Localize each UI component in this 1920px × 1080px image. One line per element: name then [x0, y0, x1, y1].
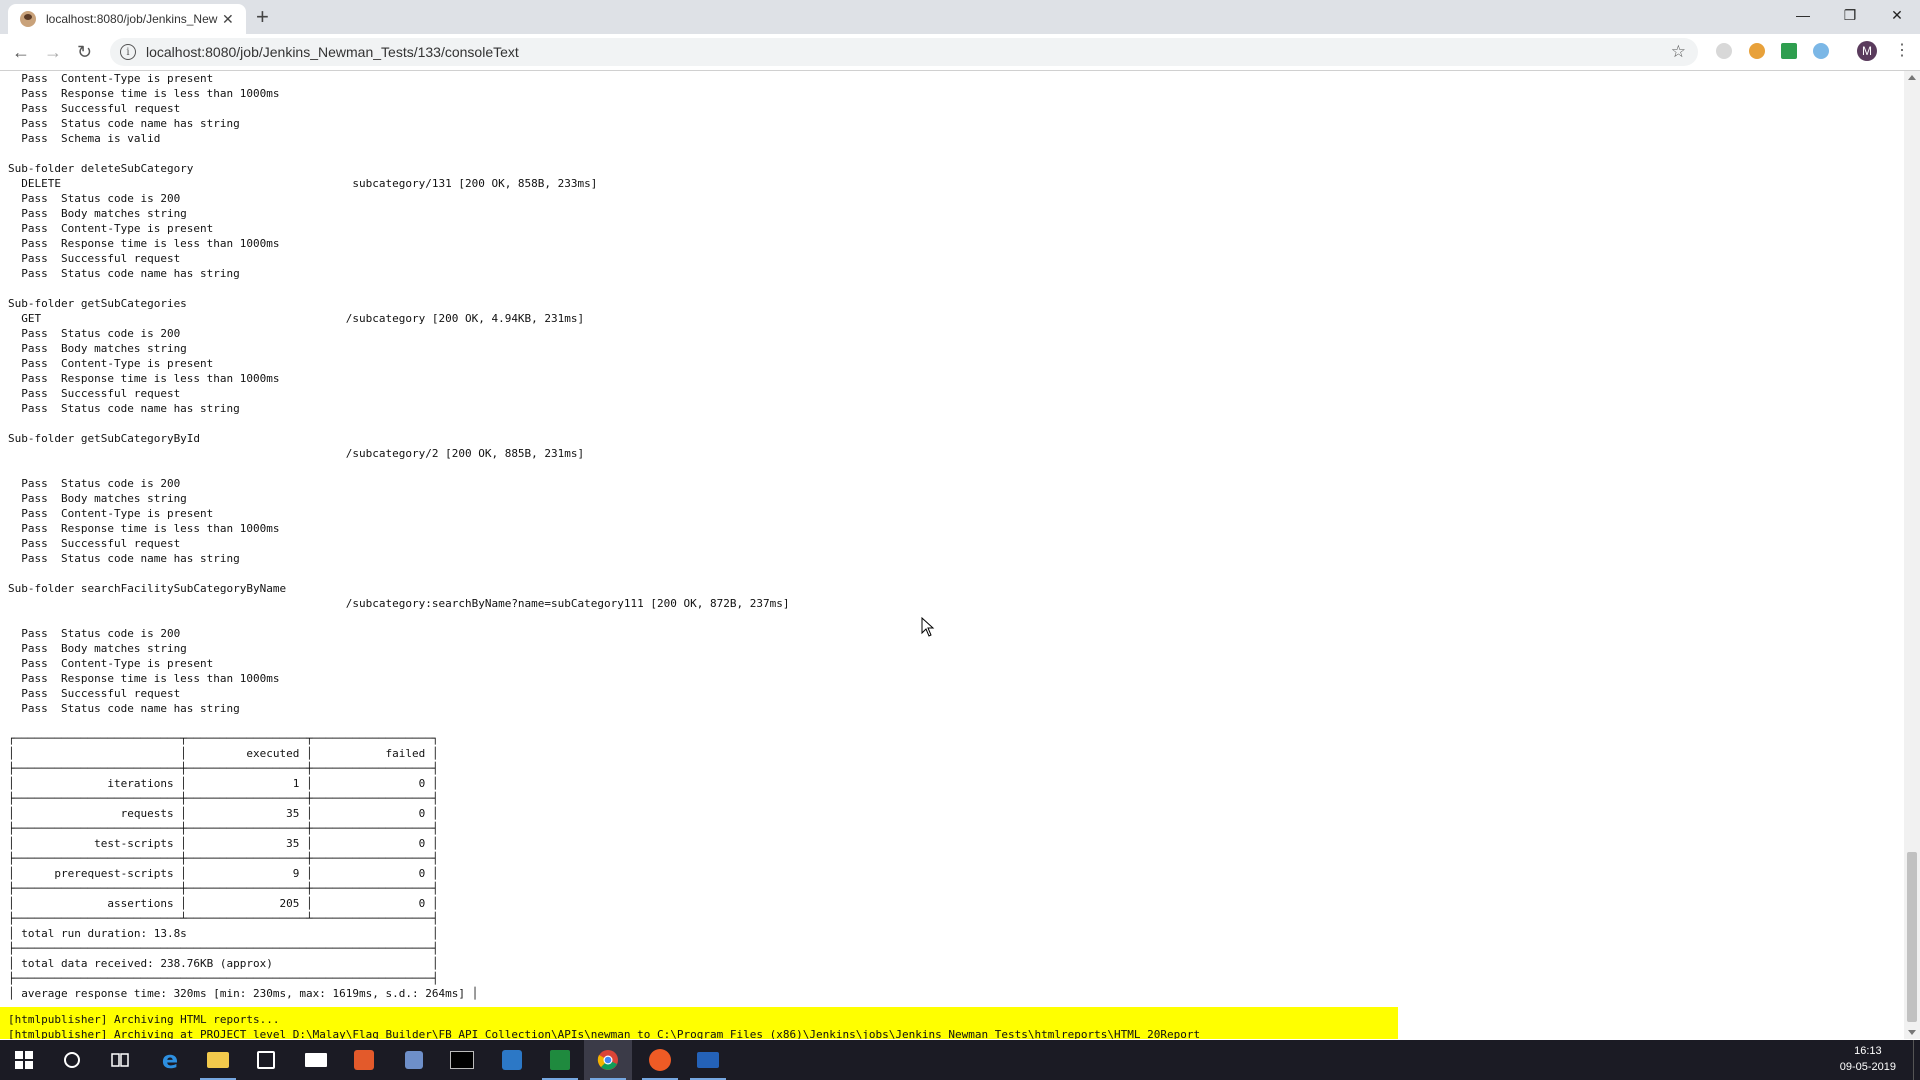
scroll-up-arrow-icon[interactable] — [1908, 75, 1916, 80]
bookmark-star-icon[interactable]: ☆ — [1671, 42, 1686, 62]
extension-shield-icon[interactable] — [1716, 43, 1732, 59]
console-text: Pass Content-Type is present Pass Respon… — [8, 72, 790, 1000]
archive-app-icon — [354, 1050, 374, 1070]
postman-icon — [649, 1049, 671, 1071]
edge-icon: e — [161, 1046, 179, 1074]
close-window-button[interactable]: ✕ — [1874, 0, 1920, 30]
powershell-icon — [697, 1052, 719, 1068]
browser-toolbar: ← → ↻ i localhost:8080/job/Jenkins_Newma… — [0, 34, 1920, 71]
taskbar-chrome[interactable] — [584, 1040, 632, 1080]
windows-logo-icon — [15, 1051, 33, 1069]
terminal-icon — [450, 1051, 474, 1069]
extension-gmail-icon[interactable] — [1781, 43, 1797, 59]
publisher-text: [htmlpublisher] Archiving HTML reports..… — [8, 1013, 1201, 1039]
reload-icon[interactable]: ↻ — [77, 42, 92, 62]
tab-title: localhost:8080/job/Jenkins_Newm — [46, 12, 218, 26]
code-editor-icon — [502, 1050, 522, 1070]
store-bag-icon — [257, 1051, 275, 1069]
mail-envelope-icon — [305, 1053, 327, 1067]
minimize-button[interactable]: — — [1780, 0, 1826, 30]
taskbar-spreadsheet[interactable] — [536, 1040, 584, 1080]
taskbar-store[interactable] — [242, 1040, 290, 1080]
browser-tab[interactable]: localhost:8080/job/Jenkins_Newm ✕ — [8, 4, 246, 34]
spreadsheet-icon — [550, 1050, 570, 1070]
tab-strip: localhost:8080/job/Jenkins_Newm ✕ + — ❐ … — [0, 0, 1920, 34]
taskbar-visual-studio-code[interactable] — [488, 1040, 536, 1080]
taskbar-powershell[interactable] — [684, 1040, 732, 1080]
tab-close-icon[interactable]: ✕ — [222, 11, 234, 28]
taskbar-network-tool[interactable] — [390, 1040, 438, 1080]
scroll-down-arrow-icon[interactable] — [1908, 1030, 1916, 1035]
show-desktop-button[interactable] — [1913, 1040, 1920, 1080]
task-view-button[interactable] — [96, 1040, 144, 1080]
chrome-icon — [597, 1050, 618, 1070]
taskbar-postman[interactable] — [636, 1040, 684, 1080]
menu-kebab-icon[interactable]: ⋮ — [1894, 40, 1910, 60]
forward-arrow-icon[interactable]: → — [44, 42, 62, 62]
publisher-highlight: [htmlpublisher] Archiving HTML reports..… — [0, 1007, 1398, 1039]
cortana-circle-icon — [64, 1052, 80, 1068]
extension-sync-icon[interactable] — [1813, 43, 1829, 59]
site-info-icon[interactable]: i — [120, 44, 136, 60]
clock-time: 16:13 — [1854, 1045, 1882, 1057]
new-tab-button[interactable]: + — [256, 5, 269, 29]
address-url[interactable]: localhost:8080/job/Jenkins_Newman_Tests/… — [146, 44, 519, 60]
maximize-button[interactable]: ❐ — [1827, 0, 1873, 30]
address-bar[interactable]: i localhost:8080/job/Jenkins_Newman_Test… — [110, 38, 1698, 66]
taskbar-7zip[interactable] — [340, 1040, 388, 1080]
taskbar-edge[interactable]: e — [146, 1040, 194, 1080]
scrollbar-thumb[interactable] — [1907, 852, 1917, 1022]
network-app-icon — [405, 1051, 423, 1069]
taskbar-mail[interactable] — [292, 1040, 340, 1080]
search-button[interactable] — [48, 1040, 96, 1080]
back-arrow-icon[interactable]: ← — [12, 42, 30, 62]
jenkins-favicon-icon — [20, 11, 36, 27]
start-button[interactable] — [0, 1040, 48, 1080]
task-view-icon — [111, 1053, 129, 1067]
extension-cookie-icon[interactable] — [1749, 43, 1765, 59]
mouse-cursor-icon — [921, 617, 935, 637]
taskbar-file-explorer[interactable] — [194, 1040, 242, 1080]
profile-avatar[interactable]: M — [1857, 41, 1877, 61]
clock-date: 09-05-2019 — [1839, 1061, 1896, 1073]
folder-icon — [207, 1052, 229, 1068]
vertical-scrollbar[interactable] — [1904, 71, 1920, 1039]
console-output: Pass Content-Type is present Pass Respon… — [0, 71, 1904, 1039]
windows-taskbar: e 16:13 09-05-2019 — [0, 1040, 1920, 1080]
system-clock[interactable]: 16:13 09-05-2019 — [1840, 1043, 1896, 1075]
taskbar-terminal[interactable] — [438, 1040, 486, 1080]
